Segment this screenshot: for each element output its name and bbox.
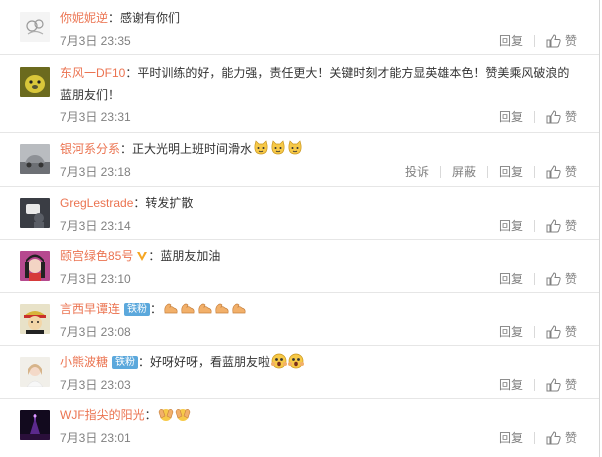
comment-time: 7月3日 23:10 bbox=[60, 272, 131, 286]
thumbs-up-icon bbox=[546, 325, 561, 339]
thumbs-up-icon bbox=[546, 219, 561, 233]
divider bbox=[533, 220, 535, 232]
comment-username[interactable]: 言西早谭连 bbox=[60, 302, 120, 316]
comment-item: GregLestrade：转发扩散 7月3日 23:14 回复 赞 bbox=[0, 187, 599, 240]
reply-button[interactable]: 回复 bbox=[499, 377, 523, 393]
surprised-emoji-icon bbox=[271, 353, 288, 369]
comment-time: 7月3日 23:18 bbox=[60, 165, 131, 179]
comment-item: 言西早谭连 铁粉： 7月3日 23:08 回复 赞 bbox=[0, 293, 599, 346]
divider bbox=[533, 379, 535, 391]
comment-text: 感谢有你们 bbox=[120, 11, 181, 25]
dark-figure-avatar-icon[interactable] bbox=[20, 198, 50, 228]
cat-emoji-icon bbox=[254, 140, 268, 155]
like-button[interactable]: 赞 bbox=[546, 164, 577, 180]
comment-list: 你妮妮逆：感谢有你们 7月3日 23:35 回复 赞 东风一DF10：平时训练的… bbox=[0, 0, 600, 457]
block-button[interactable]: 屏蔽 bbox=[452, 164, 476, 180]
fan-badge[interactable]: 铁粉 bbox=[112, 356, 139, 369]
cat-emoji-icon bbox=[288, 140, 302, 155]
doodle-avatar-icon[interactable] bbox=[20, 12, 50, 42]
hands-emoji-icon bbox=[175, 409, 190, 421]
comment-username[interactable]: GregLestrade bbox=[60, 196, 133, 210]
reply-button[interactable]: 回复 bbox=[499, 218, 523, 234]
flex-arm-emoji-icon bbox=[181, 303, 195, 314]
hands-emoji-icon bbox=[158, 409, 173, 421]
comment-text: 好呀好呀，看蓝朋友啦 bbox=[150, 355, 271, 369]
comment-time: 7月3日 23:35 bbox=[60, 34, 131, 48]
reply-button[interactable]: 回复 bbox=[499, 109, 523, 125]
reply-button[interactable]: 回复 bbox=[499, 271, 523, 287]
divider bbox=[533, 111, 535, 123]
comment-username[interactable]: 你妮妮逆 bbox=[60, 11, 108, 25]
comment-username[interactable]: WJF指尖的阳光 bbox=[60, 408, 145, 422]
like-button[interactable]: 赞 bbox=[546, 430, 577, 446]
comment-time: 7月3日 23:08 bbox=[60, 325, 131, 339]
comment-text: 转发扩散 bbox=[145, 196, 194, 210]
thumbs-up-icon bbox=[546, 110, 561, 124]
fan-badge[interactable]: 铁粉 bbox=[124, 303, 151, 316]
like-button[interactable]: 赞 bbox=[546, 218, 577, 234]
divider bbox=[533, 166, 535, 178]
comment-text-continued: 蓝朋友们！ bbox=[60, 88, 121, 102]
flex-arm-emoji-icon bbox=[232, 303, 246, 314]
night-tower-avatar-icon[interactable] bbox=[20, 410, 50, 440]
comment-time: 7月3日 23:03 bbox=[60, 378, 131, 392]
like-button[interactable]: 赞 bbox=[546, 33, 577, 49]
thumbs-up-icon bbox=[546, 378, 561, 392]
like-button[interactable]: 赞 bbox=[546, 271, 577, 287]
divider bbox=[533, 273, 535, 285]
anime-girl-avatar-icon[interactable] bbox=[20, 251, 50, 281]
comment-text: 正大光明上班时间滑水 bbox=[132, 142, 253, 156]
divider bbox=[533, 35, 535, 47]
flex-arm-emoji-icon bbox=[198, 303, 212, 314]
car-photo-avatar-icon[interactable] bbox=[20, 144, 50, 174]
flex-arm-emoji-icon bbox=[215, 303, 229, 314]
yellow-dog-avatar-icon[interactable] bbox=[20, 67, 50, 97]
comment-item: 你妮妮逆：感谢有你们 7月3日 23:35 回复 赞 bbox=[0, 0, 599, 55]
like-button[interactable]: 赞 bbox=[546, 324, 577, 340]
like-button[interactable]: 赞 bbox=[546, 109, 577, 125]
comment-item: 小熊波糖 铁粉 ：好呀好呀，看蓝朋友啦 7月3日 23:03 回复 赞 bbox=[0, 346, 599, 399]
thumbs-up-icon bbox=[546, 165, 561, 179]
comment-time: 7月3日 23:31 bbox=[60, 110, 131, 124]
divider bbox=[486, 166, 488, 178]
comment-item: 东风一DF10：平时训练的好，能力强，责任更大！关键时刻才能方显英雄本色！赞美乘… bbox=[0, 55, 599, 133]
report-button[interactable]: 投诉 bbox=[405, 164, 429, 180]
comment-time: 7月3日 23:01 bbox=[60, 431, 131, 445]
comment-item: 银河系分系：正大光明上班时间滑水 7月3日 23:18 投诉 屏蔽 回复 赞 bbox=[0, 133, 599, 187]
comment-time: 7月3日 23:14 bbox=[60, 219, 131, 233]
girl-photo-avatar-icon[interactable] bbox=[20, 357, 50, 387]
comment-username[interactable]: 小熊波糖 bbox=[60, 355, 108, 369]
verified-v-icon bbox=[137, 252, 148, 261]
cartoon-pirate-avatar-icon[interactable] bbox=[20, 304, 50, 334]
comment-text: 平时训练的好，能力强，责任更大！关键时刻才能方显英雄本色！赞美乘风破浪的 bbox=[137, 66, 570, 80]
divider bbox=[439, 166, 441, 178]
comment-item: WJF指尖的阳光： 7月3日 23:01 回复 赞 bbox=[0, 399, 599, 457]
reply-button[interactable]: 回复 bbox=[499, 164, 523, 180]
divider bbox=[533, 326, 535, 338]
reply-button[interactable]: 回复 bbox=[499, 33, 523, 49]
cat-emoji-icon bbox=[271, 140, 285, 155]
divider bbox=[533, 432, 535, 444]
thumbs-up-icon bbox=[546, 272, 561, 286]
thumbs-up-icon bbox=[546, 431, 561, 445]
like-button[interactable]: 赞 bbox=[546, 377, 577, 393]
reply-button[interactable]: 回复 bbox=[499, 324, 523, 340]
comment-username[interactable]: 银河系分系 bbox=[60, 142, 120, 156]
comment-username[interactable]: 颐宫绿色85号 bbox=[60, 249, 133, 263]
reply-button[interactable]: 回复 bbox=[499, 430, 523, 446]
comment-item: 颐宫绿色85号 ：蓝朋友加油 7月3日 23:10 回复 赞 bbox=[0, 240, 599, 293]
surprised-emoji-icon bbox=[288, 353, 305, 369]
comment-text: 蓝朋友加油 bbox=[160, 249, 221, 263]
flex-arm-emoji-icon bbox=[164, 303, 178, 314]
comment-username[interactable]: 东风一DF10 bbox=[60, 66, 125, 80]
thumbs-up-icon bbox=[546, 34, 561, 48]
